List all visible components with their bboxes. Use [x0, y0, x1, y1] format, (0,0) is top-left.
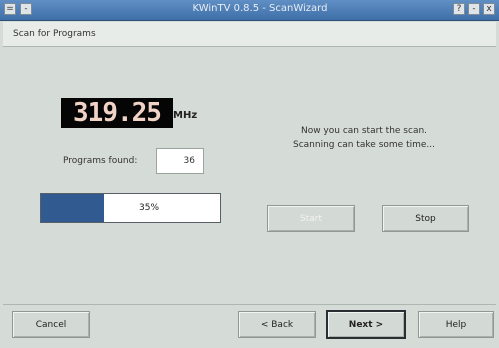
help-icon[interactable]: ?	[453, 3, 465, 15]
progress-label: 35%	[139, 203, 160, 213]
cancel-button[interactable]: Cancel	[12, 311, 90, 338]
programs-found-value: 36	[183, 156, 195, 166]
help-button[interactable]: Help	[418, 311, 494, 338]
programs-found-field: 36	[156, 148, 204, 174]
start-button[interactable]: Start	[267, 205, 355, 232]
close-icon[interactable]: x	[483, 3, 495, 15]
stop-button[interactable]: Stop	[382, 205, 469, 232]
stop-button-label: Stop	[415, 213, 436, 224]
help-button-label: Help	[445, 319, 467, 330]
frequency-value: 319.25	[73, 98, 162, 128]
next-button-label: Next >	[348, 319, 384, 330]
scan-message-line-2: Scanning can take some time...	[292, 140, 435, 150]
header-divider	[3, 46, 496, 47]
scan-message: Now you can start the scan. Scanning can…	[268, 124, 460, 152]
minimize-icon[interactable]: -	[20, 3, 32, 15]
scan-message-line-1: Now you can start the scan.	[300, 126, 428, 136]
frequency-display: 319.25	[61, 98, 173, 128]
window-menu-icon[interactable]: =	[4, 3, 16, 15]
shade-icon[interactable]: -	[468, 3, 480, 15]
back-button-label: < Back	[260, 319, 294, 330]
next-button[interactable]: Next >	[326, 310, 406, 339]
progress-fill	[41, 194, 104, 222]
programs-found-label: Programs found:	[63, 156, 138, 166]
cancel-button-label: Cancel	[35, 319, 67, 330]
back-button[interactable]: < Back	[238, 311, 316, 338]
page-header: Scan for Programs	[3, 22, 496, 46]
page-title: Scan for Programs	[13, 29, 96, 39]
footer-divider	[3, 304, 496, 305]
title-bar: = - KWinTV 0.8.5 - ScanWizard ? - x	[0, 0, 499, 21]
scan-progress-bar: 35%	[40, 193, 221, 223]
frequency-unit: MHz	[173, 110, 198, 121]
window-title: KWinTV 0.8.5 - ScanWizard	[192, 3, 328, 14]
start-button-label: Start	[300, 213, 322, 224]
